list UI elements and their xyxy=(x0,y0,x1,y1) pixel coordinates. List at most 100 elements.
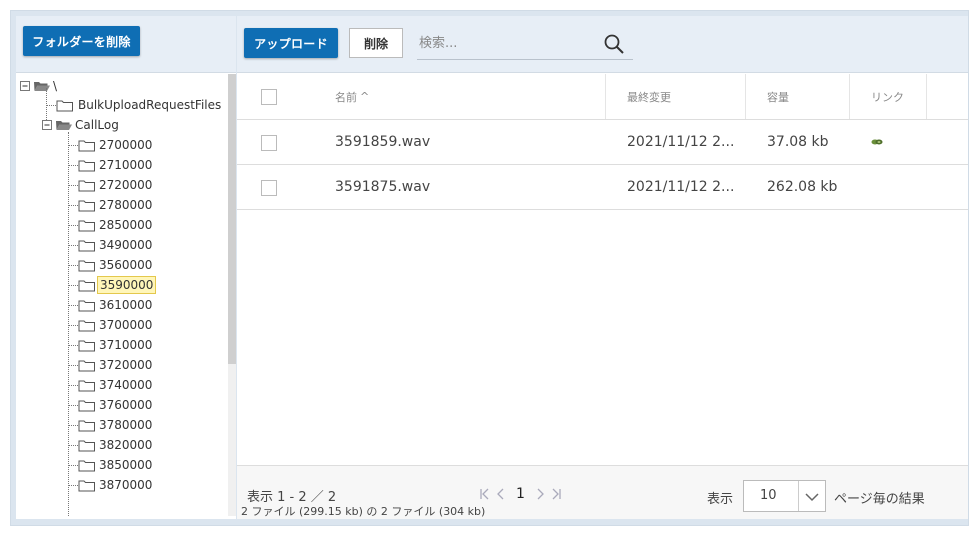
folder-open-icon xyxy=(34,82,50,91)
column-modified-label: 最終変更 xyxy=(627,90,671,104)
search-icon[interactable] xyxy=(603,33,625,55)
column-size-label: 容量 xyxy=(767,90,789,104)
folder-icon xyxy=(78,160,95,172)
prev-page-icon[interactable] xyxy=(496,488,506,500)
tree-item-3560000[interactable]: 3560000 xyxy=(78,255,154,275)
tree-root[interactable]: \ xyxy=(20,76,59,96)
tree-item-3610000[interactable]: 3610000 xyxy=(78,295,154,315)
chevron-down-icon[interactable] xyxy=(805,492,819,502)
folder-icon xyxy=(78,340,95,352)
next-page-icon[interactable] xyxy=(535,488,545,500)
tree-root-label: \ xyxy=(53,79,58,93)
tree-item-3700000[interactable]: 3700000 xyxy=(78,315,154,335)
file-name[interactable]: 3591875.wav xyxy=(335,179,430,195)
column-header-size[interactable]: 容量 xyxy=(767,74,789,119)
summary-text: 2 ファイル (299.15 kb) の 2 ファイル (304 kb) xyxy=(241,505,486,518)
tree-item-3870000[interactable]: 3870000 xyxy=(78,475,154,495)
select-divider xyxy=(798,481,799,511)
delete-button[interactable]: 削除 xyxy=(349,28,403,58)
file-modified: 2021/11/12 2... xyxy=(627,179,735,195)
tree-item-bulkuploadrequestfiles[interactable]: BulkUploadRequestFiles xyxy=(56,95,223,115)
column-header-link[interactable]: リンク xyxy=(871,74,904,119)
minus-box-icon[interactable] xyxy=(20,80,31,92)
link-icon[interactable] xyxy=(871,137,883,147)
tree-item-label: 2780000 xyxy=(99,198,153,212)
folder-icon xyxy=(56,100,73,112)
delete-folder-label: フォルダーを削除 xyxy=(32,34,131,49)
tree-item-2700000[interactable]: 2700000 xyxy=(78,135,154,155)
folder-icon xyxy=(78,200,95,212)
upload-button[interactable]: アップロード xyxy=(244,28,338,58)
tree-connector xyxy=(68,225,78,226)
tree-item-3760000[interactable]: 3760000 xyxy=(78,395,154,415)
first-page-icon[interactable] xyxy=(479,488,491,500)
tree-item-2720000[interactable]: 2720000 xyxy=(78,175,154,195)
search-input[interactable] xyxy=(417,30,601,56)
tree-item-3490000[interactable]: 3490000 xyxy=(78,235,154,255)
tree-connector xyxy=(68,345,78,346)
tree-connector xyxy=(68,405,78,406)
column-divider xyxy=(745,74,746,119)
page-size-select[interactable]: 10 xyxy=(743,480,826,512)
tree-item-label: 2710000 xyxy=(99,158,153,172)
tree-item-calllog[interactable]: CallLog xyxy=(42,115,121,135)
delete-label: 削除 xyxy=(363,36,388,51)
grid-header: 名前 ^ 最終変更 容量 リンク xyxy=(237,74,968,120)
tree-item-label: 2850000 xyxy=(99,218,153,232)
folder-icon xyxy=(78,260,95,272)
folder-open-icon xyxy=(56,121,72,130)
select-all-checkbox[interactable] xyxy=(261,89,277,105)
last-page-icon[interactable] xyxy=(550,488,562,500)
tree-connector xyxy=(68,485,78,486)
column-header-name[interactable]: 名前 ^ xyxy=(335,74,369,119)
tree-item-label: 3560000 xyxy=(99,258,153,272)
file-name[interactable]: 3591859.wav xyxy=(335,134,430,150)
tree-item-2780000[interactable]: 2780000 xyxy=(78,195,154,215)
tree-item-3850000[interactable]: 3850000 xyxy=(78,455,154,475)
file-toolbar: アップロード 削除 xyxy=(237,16,968,73)
table-row[interactable]: 3591859.wav 2021/11/12 2... 37.08 kb xyxy=(237,120,968,165)
tree-item-3590000[interactable]: 3590000 xyxy=(78,275,157,295)
folder-icon xyxy=(78,220,95,232)
folder-icon xyxy=(78,300,95,312)
folder-panel: フォルダーを削除 \ BulkUploadRequestFiles CallLo… xyxy=(16,16,236,519)
tree-item-3780000[interactable]: 3780000 xyxy=(78,415,154,435)
tree-item-3820000[interactable]: 3820000 xyxy=(78,435,154,455)
column-name-label: 名前 xyxy=(335,90,357,104)
tree-connector xyxy=(68,425,78,426)
tree-item-label: 3760000 xyxy=(99,398,153,412)
tree-item-2710000[interactable]: 2710000 xyxy=(78,155,154,175)
folder-icon xyxy=(78,240,95,252)
tree-connector xyxy=(68,325,78,326)
tree-item-label: 2700000 xyxy=(99,138,153,152)
row-checkbox[interactable] xyxy=(261,180,277,196)
tree-item-3710000[interactable]: 3710000 xyxy=(78,335,154,355)
row-checkbox[interactable] xyxy=(261,135,277,151)
folder-icon xyxy=(78,140,95,152)
folder-tree: \ BulkUploadRequestFiles CallLog 2700000… xyxy=(16,74,228,516)
tree-item-label: 3850000 xyxy=(99,458,153,472)
current-page[interactable]: 1 xyxy=(516,486,525,502)
upload-label: アップロード xyxy=(254,36,328,51)
minus-box-icon[interactable] xyxy=(42,119,53,131)
folder-icon xyxy=(78,280,95,292)
tree-item-2850000[interactable]: 2850000 xyxy=(78,215,154,235)
tree-scrollbar-thumb[interactable] xyxy=(228,74,236,364)
tree-item-label: 3590000 xyxy=(97,276,157,294)
tree-connector xyxy=(68,445,78,446)
delete-folder-button[interactable]: フォルダーを削除 xyxy=(23,26,140,56)
tree-connector xyxy=(68,285,78,286)
column-link-label: リンク xyxy=(871,90,904,104)
tree-connector xyxy=(68,265,78,266)
tree-item-label: 3740000 xyxy=(99,378,153,392)
tree-item-label: 3700000 xyxy=(99,318,153,332)
table-row[interactable]: 3591875.wav 2021/11/12 2... 262.08 kb xyxy=(237,165,968,210)
folder-icon xyxy=(78,440,95,452)
tree-connector xyxy=(68,465,78,466)
tree-item-3740000[interactable]: 3740000 xyxy=(78,375,154,395)
folder-icon xyxy=(78,180,95,192)
show-label: 表示 xyxy=(707,492,734,507)
tree-item-3720000[interactable]: 3720000 xyxy=(78,355,154,375)
column-header-modified[interactable]: 最終変更 xyxy=(627,74,671,119)
tree-item-label: CallLog xyxy=(75,118,119,132)
